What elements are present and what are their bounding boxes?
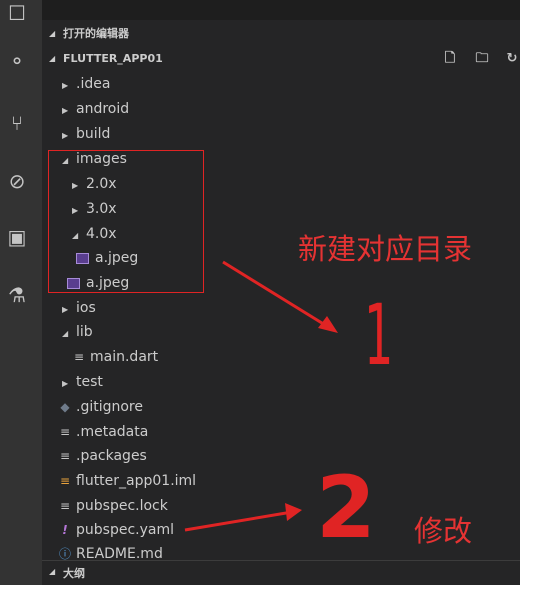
arrow-head-1 [318,316,338,333]
arrow-line-2 [184,510,293,532]
vscode-window: ☐ ⚬ ⑂ ⊘ ▣ ⚗ ◢ 打开的编辑器 ◢ FLUTTER_APP01 🗋 🗀… [0,0,520,585]
annotation-number-two: 2 [316,458,376,558]
annotation-modify: 修改 [414,514,473,548]
annotation-arrows [184,260,338,532]
annotation-create-dir: 新建对应目录 [298,232,473,266]
annotation-number-one: 1 [364,286,394,384]
arrow-head-2 [285,503,302,521]
arrow-line-1 [222,260,331,330]
